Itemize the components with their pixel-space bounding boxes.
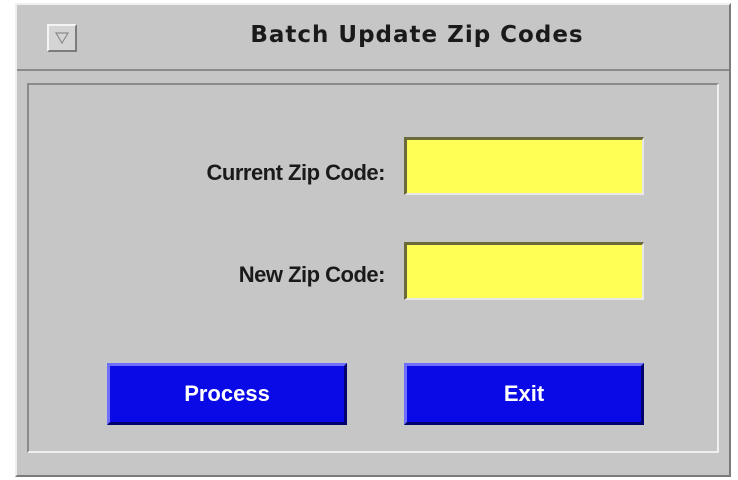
new-zip-code-input[interactable]: [404, 242, 644, 300]
title-bar: Batch Update Zip Codes: [17, 5, 729, 71]
batch-update-window: Batch Update Zip Codes Current Zip Code:…: [15, 3, 731, 477]
exit-button[interactable]: Exit: [404, 363, 644, 425]
current-zip-code-input[interactable]: [404, 137, 644, 195]
triangle-down-icon: [55, 32, 69, 44]
current-zip-code-label: Current Zip Code:: [206, 160, 386, 185]
window-menu-button[interactable]: [47, 24, 77, 52]
process-button[interactable]: Process: [107, 363, 347, 425]
new-zip-code-label: New Zip Code:: [238, 262, 386, 287]
window-title: Batch Update Zip Codes: [250, 22, 584, 48]
